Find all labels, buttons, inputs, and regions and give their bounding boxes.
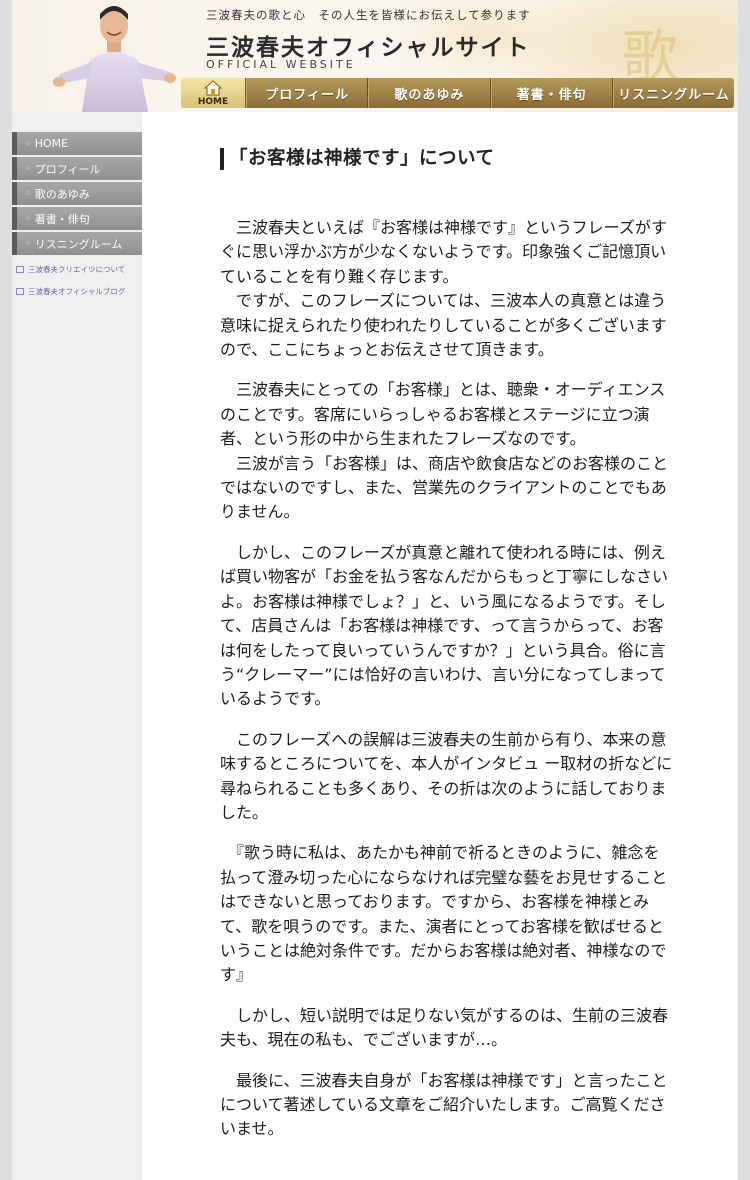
nav-home-button[interactable]: HOME bbox=[181, 78, 246, 108]
sidebar-item-label: HOME bbox=[34, 137, 69, 150]
site-subtitle: OFFICIAL WEBSITE bbox=[206, 58, 356, 71]
nav-books-haiku[interactable]: 著書・俳句 bbox=[490, 78, 613, 108]
home-icon bbox=[203, 80, 223, 96]
sidebar-links: 三波春夫クリエイツについて 三波春夫オフィシャルブログ bbox=[16, 264, 142, 308]
sidebar: ⁘ HOME ⁘ プロフィール ⁘ 歌のあゆみ ⁘ 著書・俳句 ⁘ リスニングル… bbox=[12, 112, 142, 1180]
link-icon bbox=[16, 266, 24, 273]
nav-profile[interactable]: プロフィール bbox=[246, 78, 369, 108]
grid-dots-icon: ⁘ bbox=[25, 189, 32, 198]
sidebar-item-listening-room[interactable]: ⁘ リスニングルーム bbox=[12, 232, 142, 255]
grid-dots-icon: ⁘ bbox=[25, 164, 32, 173]
nav-home-label: HOME bbox=[197, 97, 229, 107]
article-paragraph: 最後に、三波春夫自身が「お客様は神様です」と言ったことについて著述している文章を… bbox=[220, 1070, 668, 1139]
article-paragraph: このフレーズへの誤解は三波春夫の生前から有り、本来の意味するところについてを、本… bbox=[220, 729, 673, 822]
article-paragraph: 『歌う時に私は、あたかも神前で祈るときのように、雑念を払って澄み切った心にならな… bbox=[220, 843, 668, 985]
sidebar-link-label: 三波春夫クリエイツについて bbox=[28, 265, 126, 274]
nav-listening-room[interactable]: リスニングルーム bbox=[612, 78, 734, 108]
sidebar-link-label: 三波春夫オフィシャルブログ bbox=[28, 287, 126, 296]
sidebar-item-label: プロフィール bbox=[34, 162, 101, 176]
grid-dots-icon: ⁘ bbox=[25, 139, 32, 148]
sidebar-item-song-history[interactable]: ⁘ 歌のあゆみ bbox=[12, 182, 142, 205]
article-paragraph: しかし、このフレーズが真意と離れて使われる時には、例えば買い物客が「お金を払う客… bbox=[220, 542, 669, 709]
article-paragraph: しかし、短い説明では足りない気がするのは、生前の三波春夫も、現在の私も、でござい… bbox=[220, 1005, 669, 1050]
sidebar-link-creates[interactable]: 三波春夫クリエイツについて bbox=[16, 264, 142, 275]
main-content: 「お客様は神様です」について bbox=[220, 148, 675, 170]
page-title: 「お客様は神様です」について bbox=[220, 148, 675, 170]
article-paragraph: ですが、このフレーズについては、三波本人の真意とは違う意味に捉えられたり使われた… bbox=[220, 291, 667, 360]
sidebar-item-home[interactable]: ⁘ HOME bbox=[12, 132, 142, 155]
sidebar-item-label: リスニングルーム bbox=[34, 237, 123, 251]
article-paragraph: 三波が言う「お客様」は、商店や飲食店などのお客様のことではないのですし、また、営… bbox=[220, 453, 669, 522]
sidebar-link-blog[interactable]: 三波春夫オフィシャルブログ bbox=[16, 286, 142, 297]
link-icon bbox=[16, 288, 24, 295]
sidebar-menu: ⁘ HOME ⁘ プロフィール ⁘ 歌のあゆみ ⁘ 著書・俳句 ⁘ リスニングル… bbox=[12, 132, 142, 257]
top-navigation: HOME プロフィール 歌のあゆみ 著書・俳句 リスニングルーム bbox=[181, 78, 734, 108]
sidebar-item-label: 著書・俳句 bbox=[34, 212, 90, 226]
article-paragraph: 三波春夫にとっての「お客様」とは、聴衆・オーディエンスのことです。客席にいらっし… bbox=[220, 380, 666, 449]
sidebar-item-books-haiku[interactable]: ⁘ 著書・俳句 bbox=[12, 207, 142, 230]
site-title[interactable]: 三波春夫オフィシャルサイト bbox=[206, 28, 531, 62]
sidebar-item-label: 歌のあゆみ bbox=[34, 187, 90, 201]
artist-photo bbox=[53, 6, 176, 112]
nav-song-history[interactable]: 歌のあゆみ bbox=[368, 78, 491, 108]
grid-dots-icon: ⁘ bbox=[25, 239, 32, 248]
site-tagline: 三波春夫の歌と心 その人生を皆様にお伝えして参ります bbox=[206, 8, 531, 22]
grid-dots-icon: ⁘ bbox=[25, 214, 32, 223]
article-paragraph: 三波春夫といえば『お客様は神様です』というフレーズがすぐに思い浮かぶ方が少なくな… bbox=[220, 218, 667, 286]
article-body: 三波春夫といえば『お客様は神様です』というフレーズがすぐに思い浮かぶ方が少なくな… bbox=[220, 216, 675, 1158]
sidebar-item-profile[interactable]: ⁘ プロフィール bbox=[12, 157, 142, 180]
